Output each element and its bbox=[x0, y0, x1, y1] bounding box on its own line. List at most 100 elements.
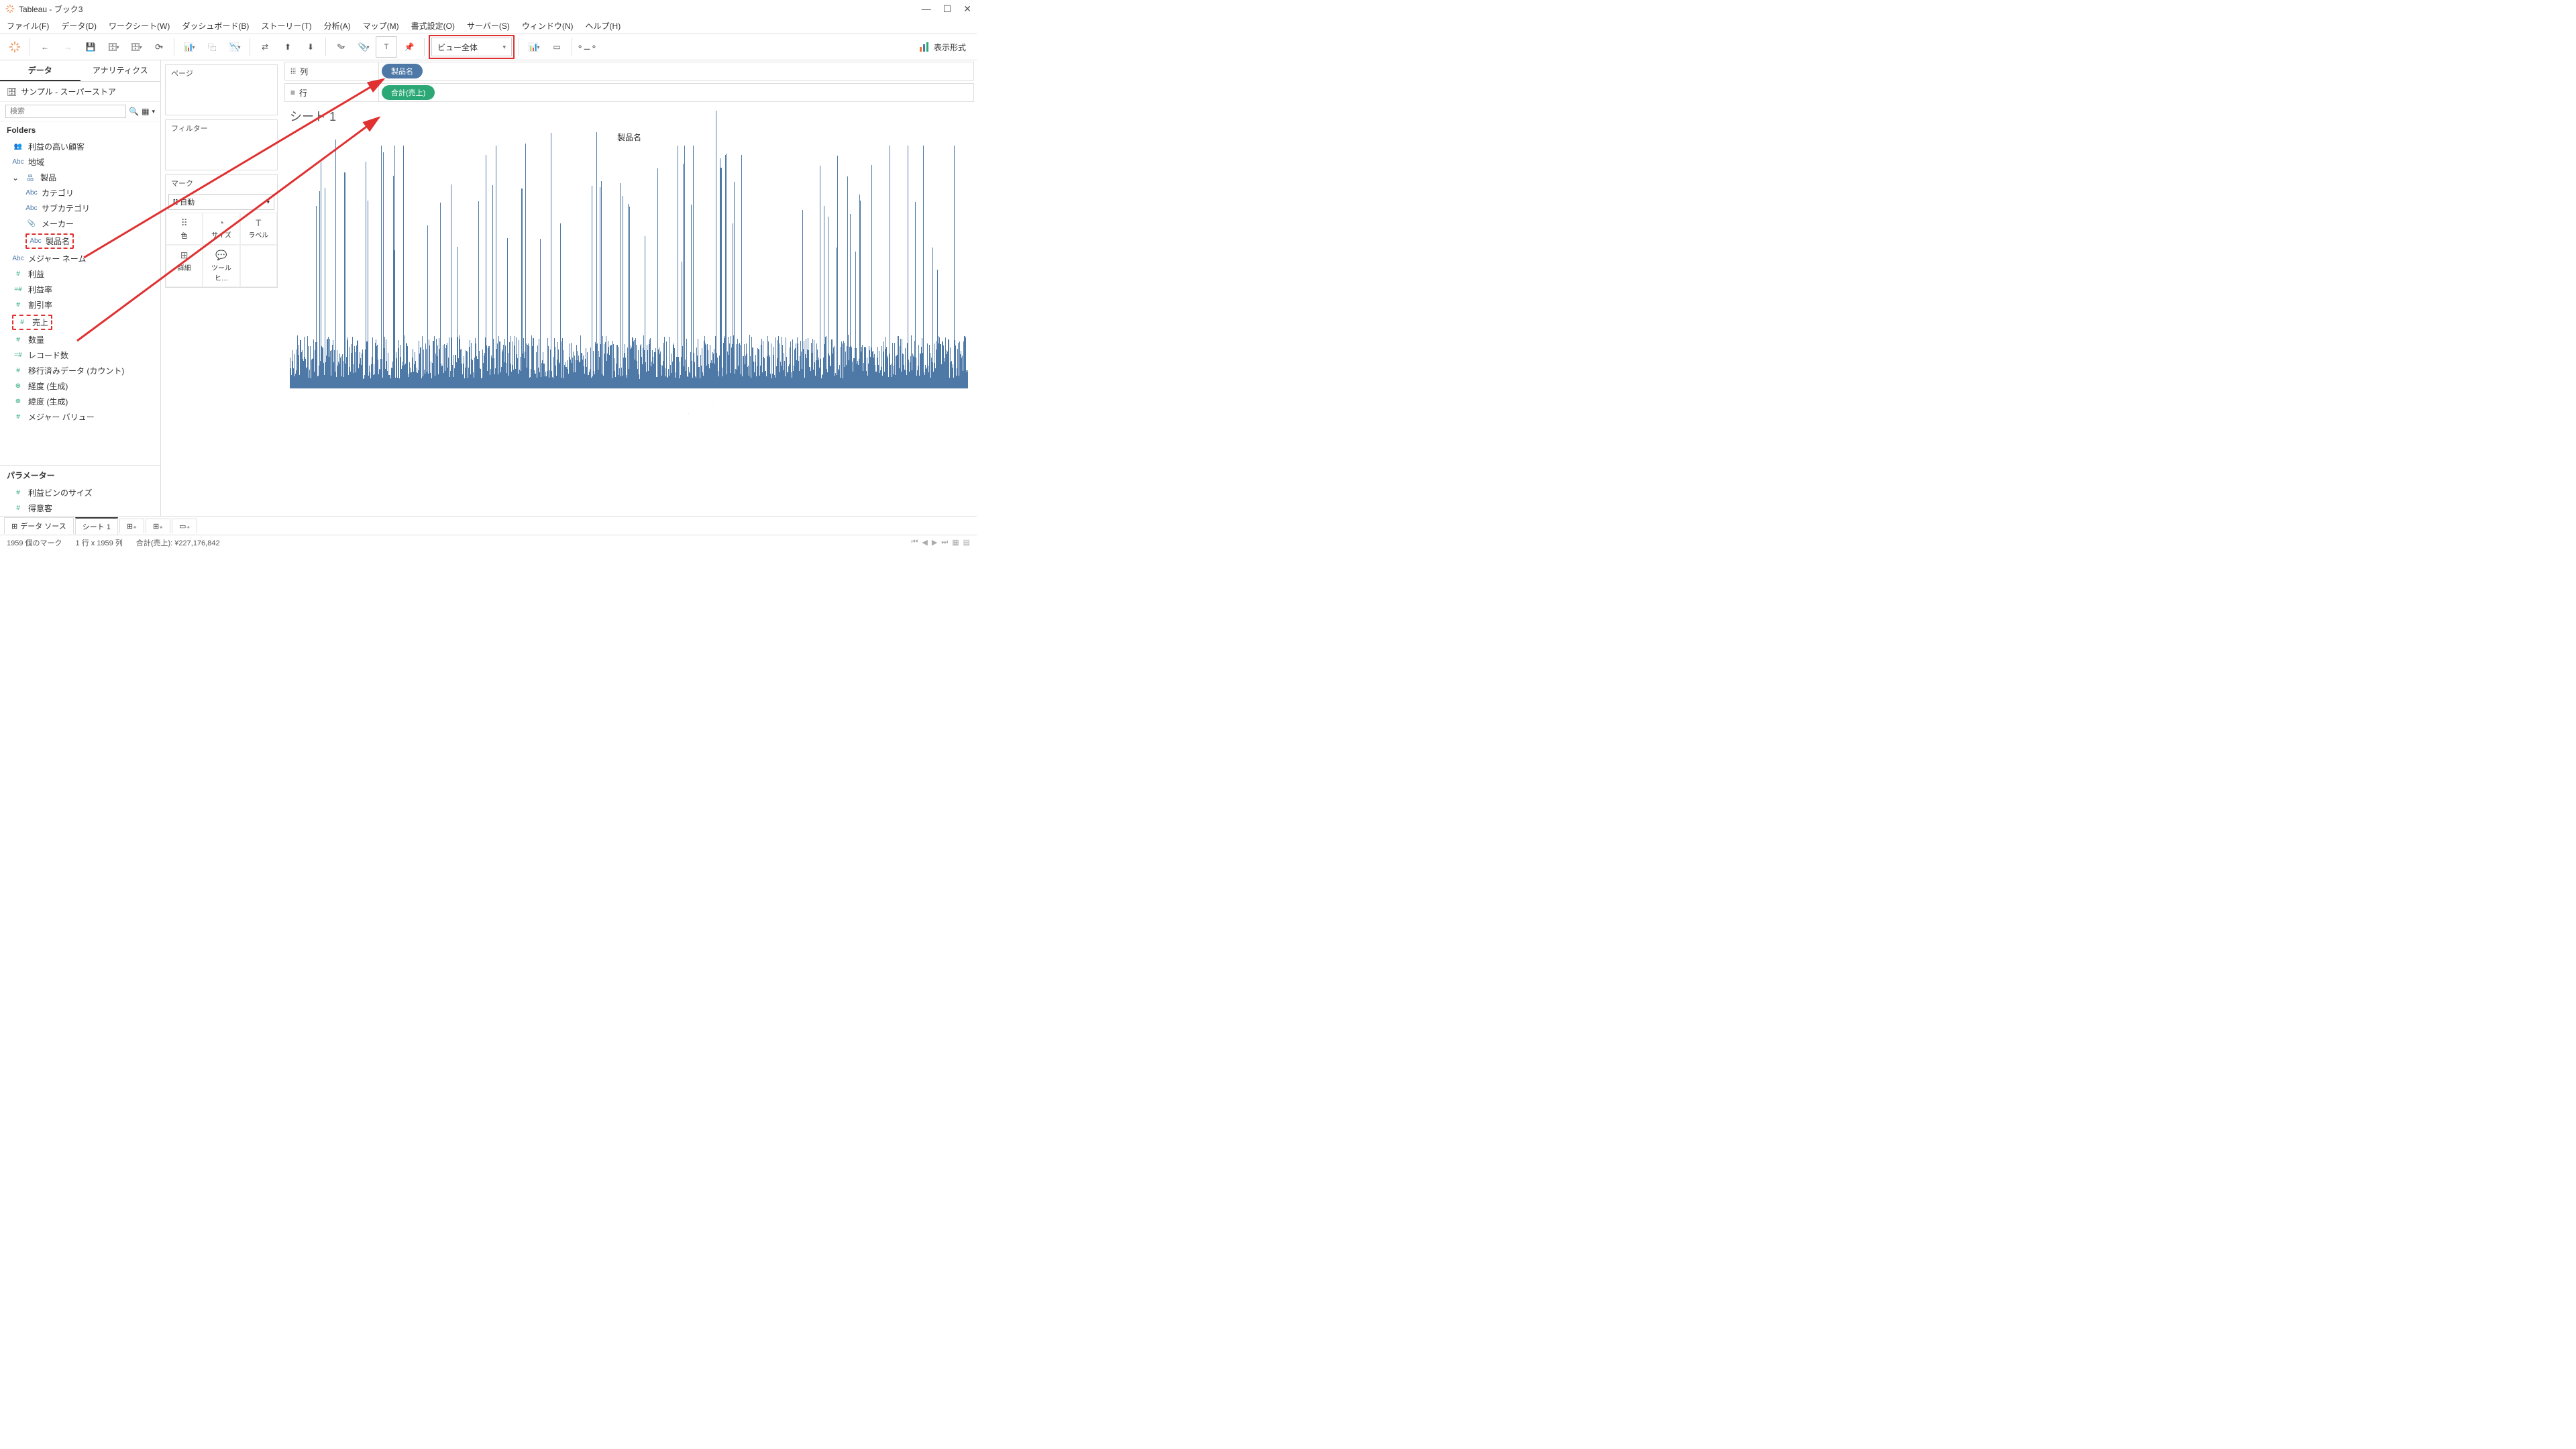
clear-button[interactable]: 📉▾ bbox=[224, 36, 246, 58]
pin-button[interactable]: 📌 bbox=[398, 36, 420, 58]
menu-window[interactable]: ウィンドウ(N) bbox=[522, 20, 574, 32]
pages-card[interactable]: ページ bbox=[165, 64, 278, 115]
field-item[interactable]: #割引率 bbox=[0, 297, 160, 313]
mark-type-dropdown[interactable]: ⫾⫾ 自動 ▾ bbox=[168, 194, 274, 210]
new-dashboard-tab[interactable]: ⊞₊ bbox=[146, 519, 170, 533]
menu-server[interactable]: サーバー(S) bbox=[467, 20, 510, 32]
share-button[interactable]: ⚬⚊⚬ bbox=[576, 36, 598, 58]
field-item[interactable]: Abcメジャー ネーム bbox=[0, 251, 160, 266]
bar[interactable] bbox=[684, 146, 685, 388]
columns-pill[interactable]: 製品名 bbox=[382, 64, 423, 78]
bar[interactable] bbox=[540, 239, 541, 388]
menu-story[interactable]: ストーリー(T) bbox=[261, 20, 311, 32]
search-icon[interactable]: 🔍 bbox=[129, 107, 139, 116]
presentation-button[interactable]: ▭ bbox=[546, 36, 568, 58]
close-icon[interactable]: ✕ bbox=[963, 3, 971, 15]
new-worksheet-button[interactable]: 📊▾ bbox=[178, 36, 200, 58]
menu-file[interactable]: ファイル(F) bbox=[7, 20, 49, 32]
pause-updates-button[interactable]: 🗄▾ bbox=[125, 36, 147, 58]
menu-dashboard[interactable]: ダッシュボード(B) bbox=[182, 20, 249, 32]
bar[interactable] bbox=[726, 154, 727, 388]
field-item[interactable]: Abc製品名 bbox=[0, 231, 160, 251]
field-item[interactable]: ⊕経度 (生成) bbox=[0, 378, 160, 394]
tabs-icon[interactable]: ▤ bbox=[963, 538, 970, 547]
tableau-icon[interactable] bbox=[4, 36, 25, 58]
menu-worksheet[interactable]: ワークシート(W) bbox=[109, 20, 170, 32]
menu-help[interactable]: ヘルプ(H) bbox=[586, 20, 621, 32]
swap-button[interactable]: ⇄ bbox=[254, 36, 276, 58]
duplicate-button[interactable]: ⿻ bbox=[201, 36, 223, 58]
bar[interactable] bbox=[319, 191, 320, 388]
field-item[interactable]: #売上 bbox=[0, 313, 160, 332]
menu-map[interactable]: マップ(M) bbox=[363, 20, 399, 32]
group-button[interactable]: 📎▾ bbox=[353, 36, 374, 58]
field-item[interactable]: #メジャー バリュー bbox=[0, 409, 160, 425]
bar[interactable] bbox=[683, 164, 684, 388]
next-icon[interactable]: ▶ bbox=[932, 538, 937, 547]
bar[interactable] bbox=[923, 146, 924, 388]
rows-pill[interactable]: 合計(売上) bbox=[382, 85, 435, 100]
tooltip-shelf[interactable]: 💬ツールヒ… bbox=[203, 245, 239, 287]
columns-shelf[interactable]: ⦙⦙⦙列 製品名 bbox=[284, 62, 974, 80]
field-item[interactable]: Abcカテゴリ bbox=[0, 185, 160, 201]
bar[interactable] bbox=[628, 204, 629, 388]
bar[interactable] bbox=[967, 370, 968, 388]
menu-caret-icon[interactable]: ▾ bbox=[152, 108, 155, 115]
bar[interactable] bbox=[837, 156, 838, 388]
last-icon[interactable]: ⏭ bbox=[941, 538, 948, 547]
new-worksheet-tab[interactable]: ⊞₊ bbox=[119, 519, 144, 533]
bar[interactable] bbox=[440, 203, 441, 388]
bar[interactable] bbox=[601, 181, 602, 388]
bar[interactable] bbox=[344, 172, 345, 388]
field-item[interactable]: ⊕緯度 (生成) bbox=[0, 394, 160, 409]
new-datasource-button[interactable]: 🗄▾ bbox=[103, 36, 124, 58]
fit-dropdown[interactable]: ビュー全体 ▾ bbox=[431, 38, 512, 56]
filmstrip-icon[interactable]: ▦ bbox=[952, 538, 959, 547]
field-item[interactable]: 👥利益の高い顧客 bbox=[0, 139, 160, 154]
label-shelf[interactable]: Tラベル bbox=[240, 213, 277, 245]
bar[interactable] bbox=[836, 248, 837, 388]
view-icon[interactable]: ▦ bbox=[142, 107, 149, 116]
tab-sheet1[interactable]: シート 1 bbox=[75, 517, 118, 535]
new-story-tab[interactable]: ▭₊ bbox=[172, 519, 197, 533]
field-item[interactable]: Abcサブカテゴリ bbox=[0, 201, 160, 216]
bar[interactable] bbox=[720, 168, 721, 388]
rows-shelf[interactable]: ≡行 合計(売上) bbox=[284, 83, 974, 102]
show-me-button[interactable]: 表示形式 bbox=[912, 42, 973, 53]
back-button[interactable]: ← bbox=[34, 36, 56, 58]
minimize-icon[interactable]: — bbox=[922, 3, 931, 15]
parameter-item[interactable]: #利益ビンのサイズ bbox=[0, 485, 160, 500]
field-item[interactable]: Abc地域 bbox=[0, 154, 160, 170]
text-button[interactable]: T bbox=[376, 36, 397, 58]
field-item[interactable]: #移行済みデータ (カウント) bbox=[0, 363, 160, 378]
field-item[interactable]: #数量 bbox=[0, 332, 160, 347]
search-input[interactable] bbox=[5, 105, 126, 118]
tab-datasource[interactable]: ⊞データ ソース bbox=[4, 517, 74, 534]
detail-shelf[interactable]: ⊞詳細 bbox=[166, 245, 203, 287]
show-cards-button[interactable]: 📊▾ bbox=[523, 36, 545, 58]
field-item[interactable]: =#レコード数 bbox=[0, 347, 160, 363]
field-item[interactable]: #利益 bbox=[0, 266, 160, 282]
menu-analysis[interactable]: 分析(A) bbox=[324, 20, 351, 32]
tab-data[interactable]: データ bbox=[0, 60, 80, 81]
field-item[interactable]: ⌄品製品 bbox=[0, 170, 160, 185]
field-item[interactable]: 📎メーカー bbox=[0, 216, 160, 231]
sort-asc-button[interactable]: ⬆ bbox=[277, 36, 299, 58]
chart-area[interactable]: 製品名 Accos 画鋲, 各種サイズAdvantus 輪ゴム, メタルBarr… bbox=[287, 129, 971, 516]
prev-icon[interactable]: ◀ bbox=[922, 538, 927, 547]
bar[interactable] bbox=[394, 146, 395, 388]
first-icon[interactable]: ⏮ bbox=[911, 538, 918, 547]
expand-icon[interactable]: ⌄ bbox=[12, 173, 19, 182]
size-shelf[interactable]: ◔サイズ bbox=[203, 213, 239, 245]
bar[interactable] bbox=[741, 155, 742, 389]
tab-analytics[interactable]: アナリティクス bbox=[80, 60, 161, 81]
color-shelf[interactable]: ⠿色 bbox=[166, 213, 203, 245]
maximize-icon[interactable]: ☐ bbox=[943, 3, 952, 15]
bar[interactable] bbox=[734, 182, 735, 388]
bar[interactable] bbox=[620, 183, 621, 388]
highlight-button[interactable]: ✎▾ bbox=[330, 36, 352, 58]
bar[interactable] bbox=[335, 140, 336, 388]
sort-desc-button[interactable]: ⬇ bbox=[300, 36, 321, 58]
bar[interactable] bbox=[427, 225, 428, 388]
bar[interactable] bbox=[381, 146, 382, 388]
